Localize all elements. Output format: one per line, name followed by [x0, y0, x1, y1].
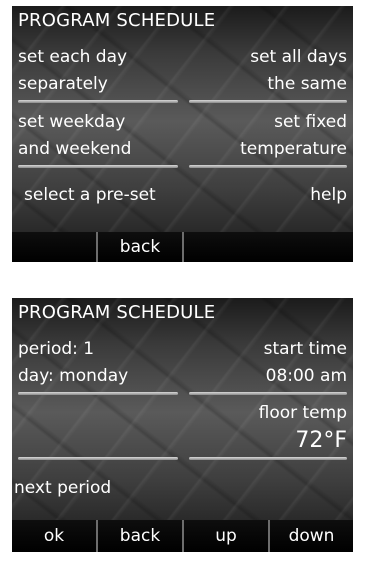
set-weekday-and-weekend-option[interactable]: set weekday and weekend — [18, 109, 131, 163]
ok-button[interactable]: ok — [12, 520, 96, 552]
divider — [189, 100, 347, 103]
program-schedule-menu-screen: PROGRAM SCHEDULE set each day separately… — [12, 6, 353, 262]
program-schedule-period-screen: PROGRAM SCHEDULE period: 1 day: monday s… — [12, 298, 353, 552]
option-line-2: temperature — [240, 139, 347, 159]
divider — [189, 165, 347, 168]
option-line-1: set weekday — [18, 112, 126, 132]
help-option[interactable]: help — [310, 182, 347, 209]
option-line-2: separately — [18, 74, 108, 94]
set-all-days-the-same-option[interactable]: set all days the same — [250, 44, 347, 98]
floor-temp-field[interactable]: floor temp 72°F — [259, 400, 347, 454]
divider — [18, 165, 178, 168]
divider — [18, 457, 178, 460]
next-period-option[interactable]: next period — [14, 475, 111, 502]
divider — [18, 392, 178, 395]
up-button[interactable]: up — [184, 520, 268, 552]
select-a-preset-option[interactable]: select a pre-set — [24, 182, 156, 209]
back-button[interactable]: back — [98, 232, 182, 262]
start-time-label: start time — [263, 339, 347, 359]
screen-title: PROGRAM SCHEDULE — [18, 302, 216, 323]
option-line-1: set fixed — [274, 112, 347, 132]
period-day-info: period: 1 day: monday — [18, 336, 128, 390]
start-time-value: 08:00 am — [265, 366, 347, 386]
option-line-2: the same — [267, 74, 347, 94]
screen-title: PROGRAM SCHEDULE — [18, 10, 216, 31]
softkey-bar: ok back up down — [12, 520, 353, 552]
divider — [189, 457, 347, 460]
option-line-1: set all days — [250, 47, 347, 67]
option-line-2: and weekend — [18, 139, 132, 159]
softkey-bar: back — [12, 232, 353, 262]
set-fixed-temperature-option[interactable]: set fixed temperature — [240, 109, 347, 163]
option-line-1: set each day — [18, 47, 128, 67]
divider — [18, 100, 178, 103]
back-button[interactable]: back — [98, 520, 182, 552]
floor-temp-label: floor temp — [258, 403, 347, 423]
softkey-separator — [182, 232, 184, 262]
period-label: period: 1 — [18, 339, 95, 359]
down-button[interactable]: down — [270, 520, 353, 552]
divider — [189, 392, 347, 395]
start-time-field[interactable]: start time 08:00 am — [264, 336, 347, 390]
floor-temp-value: 72°F — [295, 428, 347, 453]
set-each-day-separately-option[interactable]: set each day separately — [18, 44, 127, 98]
day-label: day: monday — [18, 366, 129, 386]
